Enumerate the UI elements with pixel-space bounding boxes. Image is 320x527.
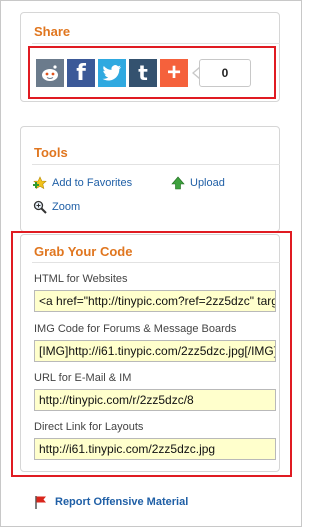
magnifier-icon (33, 200, 47, 214)
red-flag-icon (34, 495, 50, 509)
zoom-label: Zoom (52, 201, 81, 213)
tools-divider (32, 164, 280, 165)
zoom-link[interactable]: Zoom (33, 200, 80, 214)
upload-link[interactable]: Upload (171, 176, 225, 190)
upload-label: Upload (190, 177, 225, 189)
upload-arrow-icon (171, 176, 185, 190)
star-plus-icon (33, 176, 47, 190)
share-highlight (28, 46, 276, 99)
grab-code-highlight (11, 231, 292, 477)
share-title: Share (34, 24, 71, 39)
share-divider (32, 43, 280, 44)
report-offensive-label: Report Offensive Material (55, 496, 189, 508)
add-to-favorites-label: Add to Favorites (52, 177, 133, 189)
report-offensive-link[interactable]: Report Offensive Material (34, 495, 188, 509)
add-to-favorites-link[interactable]: Add to Favorites (33, 176, 132, 190)
tools-title: Tools (34, 145, 68, 160)
